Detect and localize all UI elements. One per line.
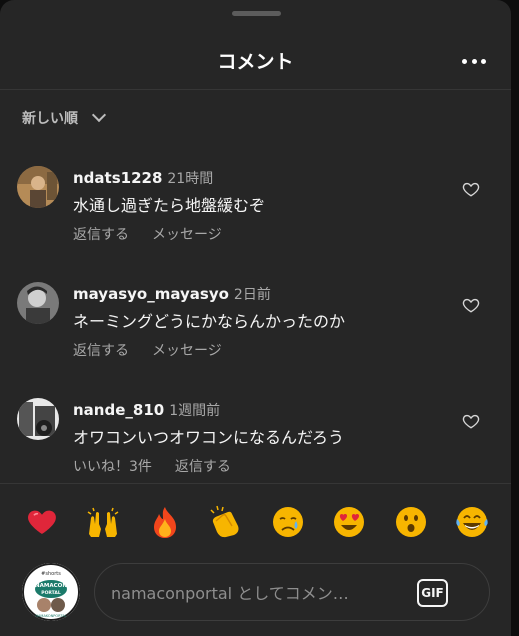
comment-item: ndats1228 21時間 水通し過ぎたら地盤緩むぞ 返信する メッセージ [0, 166, 511, 256]
comment-actions: いいね！3件 返信する [73, 456, 231, 476]
comment-time: 21時間 [167, 171, 214, 187]
comment-username[interactable]: ndats1228 21時間 [73, 168, 213, 188]
more-options-icon[interactable] [459, 51, 489, 71]
comment-time: 1週間前 [169, 403, 221, 419]
avatar[interactable] [17, 166, 59, 208]
emoji-crying-face[interactable] [268, 502, 308, 542]
comment-actions: 返信する メッセージ [73, 224, 222, 244]
comment-time: 2日前 [233, 287, 271, 303]
avatar-brand-sub-text: PORTAL [41, 590, 61, 596]
emoji-fire[interactable] [145, 502, 185, 542]
message-button[interactable]: メッセージ [152, 224, 222, 244]
emoji-raising-hands[interactable] [83, 502, 123, 542]
emoji-heart-eyes[interactable] [329, 502, 369, 542]
avatar[interactable] [17, 282, 59, 324]
emoji-surprised-face[interactable] [391, 502, 431, 542]
comment-item: nande_810 1週間前 オワコンいつオワコンになるんだろう いいね！3件 返… [0, 398, 511, 488]
sheet-title: コメント [217, 51, 294, 73]
emoji-tears-of-joy[interactable] [452, 502, 492, 542]
comment-text: ネーミングどうにかならんかったのか [73, 312, 346, 331]
drag-handle[interactable] [232, 11, 281, 16]
likes-count-button[interactable]: いいね！3件 [73, 456, 152, 476]
heart-icon[interactable] [462, 180, 480, 198]
sheet-header: コメント [0, 36, 511, 90]
reply-button[interactable]: 返信する [73, 340, 129, 360]
avatar[interactable] [17, 398, 59, 440]
sort-label: 新しい順 [22, 111, 78, 127]
gif-button[interactable]: GIF [417, 579, 448, 607]
comment-item: mayasyo_mayasyo 2日前 ネーミングどうにかならんかったのか 返信す… [0, 282, 511, 372]
heart-icon[interactable] [462, 296, 480, 314]
quick-reactions [22, 500, 492, 544]
comment-input[interactable] [111, 578, 401, 608]
comment-actions: 返信する メッセージ [73, 340, 222, 360]
reply-button[interactable]: 返信する [175, 456, 231, 476]
avatar-brand-text: NAMACON [35, 583, 67, 589]
emoji-clapping-hands[interactable] [206, 502, 246, 542]
comment-input-wrap: GIF [94, 563, 490, 621]
reply-button[interactable]: 返信する [73, 224, 129, 244]
chevron-down-icon [91, 107, 107, 123]
composer-avatar: #shorts NAMACON PORTAL NAMAKONPORTAL [22, 563, 80, 621]
comment-text: 水通し過ぎたら地盤緩むぞ [73, 196, 266, 215]
avatar-tag-text: #shorts [41, 571, 61, 577]
divider [0, 483, 511, 484]
heart-icon[interactable] [462, 412, 480, 430]
comment-text: オワコンいつオワコンになるんだろう [73, 428, 345, 447]
emoji-heart[interactable] [22, 502, 62, 542]
comments-sheet: コメント 新しい順 ndats1228 21時間 水通し過ぎたら地盤緩むぞ 返信す… [0, 0, 511, 636]
message-button[interactable]: メッセージ [152, 340, 222, 360]
avatar-footer-text: NAMAKONPORTAL [35, 614, 66, 618]
comment-username[interactable]: mayasyo_mayasyo 2日前 [73, 284, 271, 304]
comment-username[interactable]: nande_810 1週間前 [73, 400, 220, 420]
sort-dropdown[interactable]: 新しい順 [22, 107, 107, 128]
